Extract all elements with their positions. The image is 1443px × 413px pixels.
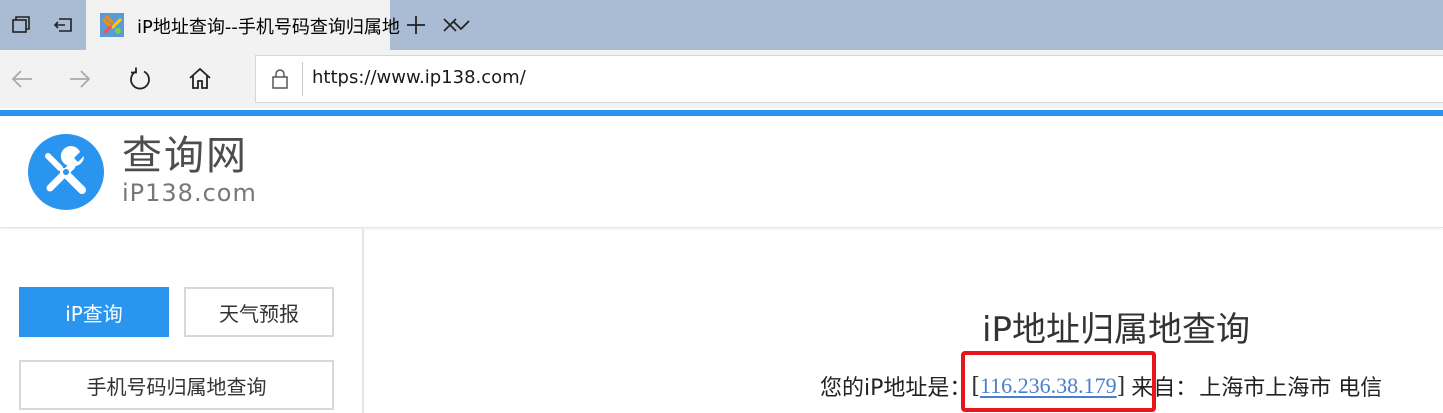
phone-lookup-button[interactable]: 手机号码归属地查询 (19, 360, 334, 410)
tools-logo-icon[interactable] (28, 134, 104, 210)
favicon-icon (100, 13, 124, 37)
lock-icon[interactable] (270, 68, 290, 90)
navigation-bar: https://www.ip138.com/ (0, 50, 1443, 108)
new-tab-button[interactable] (395, 0, 437, 50)
tab-set-aside-button[interactable] (0, 0, 42, 50)
chevron-down-icon (452, 20, 470, 31)
address-bar[interactable]: https://www.ip138.com/ (255, 55, 1443, 103)
forward-arrow-icon (70, 70, 91, 88)
site-header: 查询网 iP138.com (0, 116, 1443, 228)
back-button[interactable] (0, 58, 44, 100)
sidebar: iP查询 天气预报 手机号码归属地查询 (0, 229, 364, 413)
url-text[interactable]: https://www.ip138.com/ (312, 67, 526, 88)
tab-set-aside-icon (12, 16, 30, 33)
address-separator (302, 62, 303, 96)
ip-highlight-box (961, 351, 1156, 412)
tab-title: iP地址查询--手机号码查询归属地 (137, 17, 400, 38)
site-domain[interactable]: iP138.com (122, 179, 257, 207)
home-icon (189, 67, 211, 89)
home-button[interactable] (178, 58, 222, 100)
refresh-button[interactable] (118, 58, 162, 100)
page-title: iP地址归属地查询 (982, 310, 1250, 350)
active-tab[interactable]: iP地址查询--手机号码查询归属地 (86, 0, 457, 50)
location-text: 上海市上海市 电信 (1199, 376, 1383, 401)
tab-strip: iP地址查询--手机号码查询归属地 (0, 0, 1443, 50)
ip-label: 您的iP地址是： (820, 376, 972, 401)
restore-tabs-button[interactable] (42, 0, 84, 50)
tab-list-button[interactable] (440, 0, 482, 50)
back-arrow-icon (11, 70, 32, 88)
restore-tabs-icon (53, 18, 72, 32)
weather-button[interactable]: 天气预报 (184, 287, 334, 337)
forward-button[interactable] (58, 58, 102, 100)
site-name[interactable]: 查询网 (122, 134, 248, 178)
plus-icon (407, 16, 425, 34)
refresh-icon (130, 67, 150, 90)
ip-query-button[interactable]: iP查询 (19, 287, 169, 337)
